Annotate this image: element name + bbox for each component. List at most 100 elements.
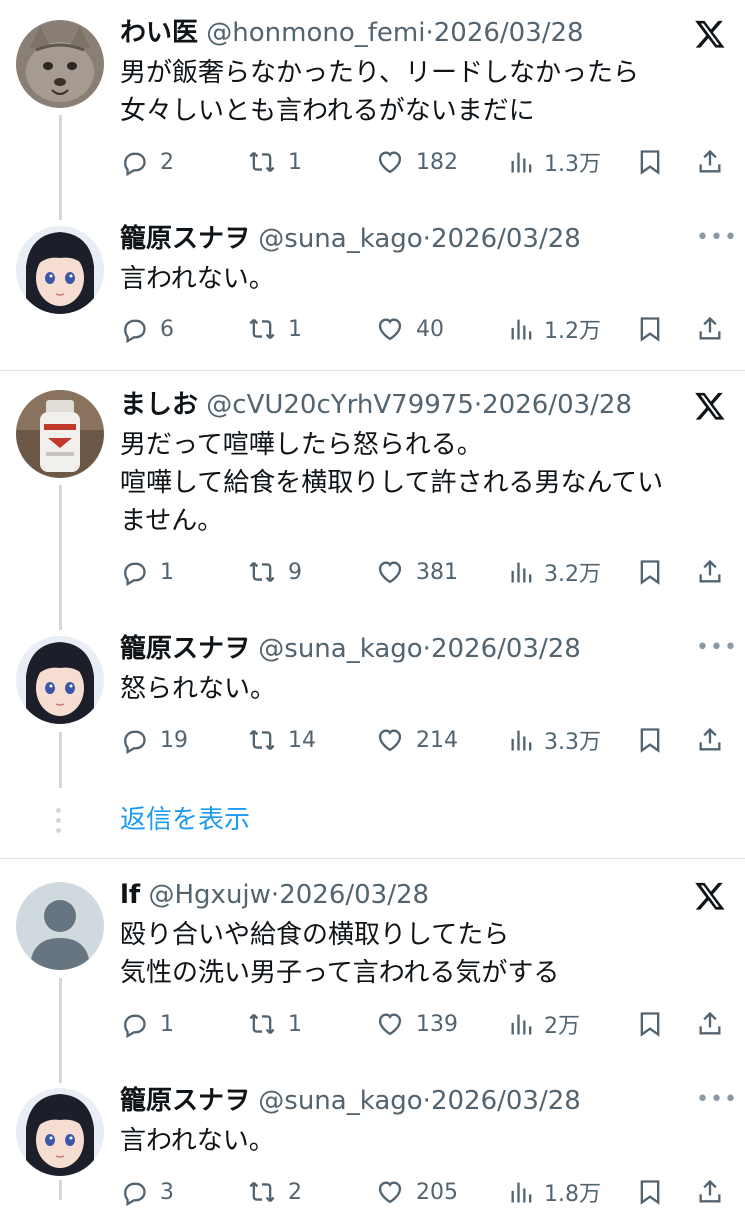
bookmark-button[interactable] [636,1174,664,1210]
user-handle[interactable]: @suna_kago [258,224,422,254]
share-button[interactable] [696,144,724,180]
user-handle[interactable]: @honmono_femi [206,18,425,48]
separator: · [473,390,483,420]
heart-icon [378,318,402,341]
retweet-icon [249,318,275,340]
share-button[interactable] [696,1174,724,1210]
cat-avatar-icon[interactable] [16,20,104,108]
reply-button[interactable]: 1 [120,1006,174,1042]
like-button[interactable]: 139 [376,1006,458,1042]
user-handle[interactable]: @Hgxujw [149,880,271,910]
like-count: 40 [416,316,444,342]
thread-line [59,485,62,630]
divider [0,858,745,859]
display-name[interactable]: 籠原スナヲ [120,1086,250,1116]
tweet-header: 籠原スナヲ @suna_kago·2026/03/28 [120,632,581,666]
default-avatar-icon[interactable] [16,882,104,970]
user-handle[interactable]: @suna_kago [258,634,422,664]
views-button[interactable]: 1.8万 [508,1174,601,1210]
share-button[interactable] [696,1006,724,1042]
reply-icon [124,152,146,176]
views-button[interactable]: 2万 [508,1006,580,1042]
anime-girl-avatar-icon[interactable] [16,636,104,724]
tweet-actions: 3 2 205 1.8万 [120,1174,730,1210]
heart-icon [378,729,402,752]
like-button[interactable]: 40 [376,311,444,347]
share-button[interactable] [696,311,724,347]
display-name[interactable]: 籠原スナヲ [120,634,250,664]
like-count: 214 [416,727,458,753]
display-name[interactable]: 籠原スナヲ [120,224,250,254]
display-name[interactable]: lf [120,880,140,910]
reply-button[interactable]: 6 [120,311,174,347]
separator: · [422,1086,431,1116]
views-button[interactable]: 3.3万 [508,722,601,758]
anime-girl-avatar-icon[interactable] [16,226,104,314]
tweet-date[interactable]: 2026/03/28 [482,390,632,420]
retweet-button[interactable]: 1 [248,311,302,347]
views-icon [511,1182,532,1203]
share-button[interactable] [696,554,724,590]
like-button[interactable]: 182 [376,144,458,180]
views-icon [511,1014,532,1035]
x-logo-icon[interactable] [694,390,726,422]
bookmark-button[interactable] [636,144,664,180]
tweet-actions: 1 9 381 3.2万 [120,554,730,590]
x-logo-icon[interactable] [694,18,726,50]
bookmark-button[interactable] [636,554,664,590]
tweet-actions: 1 1 139 2万 [120,1006,730,1042]
reply-button[interactable]: 19 [120,722,188,758]
reply-icon [124,319,146,343]
share-icon [699,149,721,173]
more-icon[interactable]: ••• [696,227,738,249]
bookmark-button[interactable] [636,311,664,347]
more-icon[interactable]: ••• [696,1089,738,1111]
like-button[interactable]: 381 [376,554,458,590]
reply-icon [124,562,146,586]
like-button[interactable]: 214 [376,722,458,758]
bookmark-button[interactable] [636,1006,664,1042]
retweet-button[interactable]: 2 [248,1174,302,1210]
thread-dots [56,808,64,838]
anime-girl-avatar-icon[interactable] [16,1088,104,1176]
user-handle[interactable]: @suna_kago [258,1086,422,1116]
bookmark-icon [640,1180,660,1205]
salt-bottle-avatar-icon[interactable] [16,390,104,478]
retweet-button[interactable]: 9 [248,554,302,590]
bookmark-icon [640,317,660,342]
tweet-date[interactable]: 2026/03/28 [431,1086,581,1116]
views-count: 1.3万 [544,152,601,177]
views-icon [511,319,532,340]
like-button[interactable]: 205 [376,1174,458,1210]
retweet-icon [249,729,275,751]
reply-count: 19 [160,727,188,753]
retweet-button[interactable]: 1 [248,144,302,180]
share-button[interactable] [696,722,724,758]
retweet-count: 2 [288,1179,302,1205]
heart-icon [378,151,402,174]
views-button[interactable]: 1.2万 [508,311,601,347]
tweet-date[interactable]: 2026/03/28 [431,224,581,254]
tweet-actions: 2 1 182 1.3万 [120,144,730,180]
tweet-date[interactable]: 2026/03/28 [434,18,584,48]
reply-button[interactable]: 2 [120,144,174,180]
reply-button[interactable]: 3 [120,1174,174,1210]
display-name[interactable]: わい医 [120,18,198,48]
views-button[interactable]: 1.3万 [508,144,601,180]
views-count: 3.3万 [544,730,601,755]
tweet-header: ましお @cVU20cYrhV79975·2026/03/28 [120,388,632,422]
reply-button[interactable]: 1 [120,554,174,590]
display-name[interactable]: ましお [120,390,198,420]
retweet-button[interactable]: 1 [248,1006,302,1042]
show-replies-link[interactable]: 返信を表示 [120,803,250,837]
tweet-date[interactable]: 2026/03/28 [279,880,429,910]
user-handle[interactable]: @cVU20cYrhV79975 [206,390,474,420]
views-icon [511,562,532,583]
like-count: 139 [416,1011,458,1037]
tweet-date[interactable]: 2026/03/28 [431,634,581,664]
x-logo-icon[interactable] [694,880,726,912]
more-icon[interactable]: ••• [696,637,738,659]
views-button[interactable]: 3.2万 [508,554,601,590]
bookmark-button[interactable] [636,722,664,758]
retweet-button[interactable]: 14 [248,722,316,758]
